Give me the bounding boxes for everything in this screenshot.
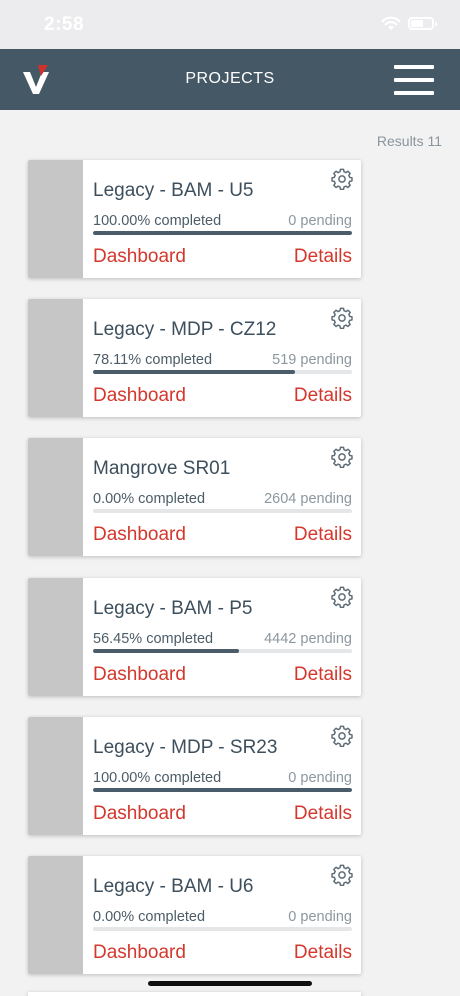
project-card: Mangrove SR01 0.00% completed 2604 pendi… <box>28 438 361 556</box>
progress-bar <box>93 231 352 235</box>
details-link[interactable]: Details <box>294 803 352 825</box>
progress-track <box>93 509 352 513</box>
results-count: Results 11 <box>376 133 442 149</box>
details-link[interactable]: Details <box>294 524 352 546</box>
dashboard-link[interactable]: Dashboard <box>93 942 186 964</box>
progress-bar <box>93 788 352 792</box>
details-link[interactable]: Details <box>294 664 352 686</box>
project-thumbnail <box>28 438 83 556</box>
status-time: 2:58 <box>44 14 85 35</box>
progress-track <box>93 927 352 931</box>
gear-icon[interactable] <box>331 446 353 468</box>
page-title: PROJECTS <box>185 70 275 87</box>
gear-icon[interactable] <box>331 168 353 190</box>
app-header: PROJECTS <box>0 49 460 110</box>
completion-text: 100.00% completed <box>93 770 222 786</box>
dashboard-link[interactable]: Dashboard <box>93 803 186 825</box>
project-thumbnail <box>28 717 83 835</box>
status-bar: 2:58 <box>0 0 460 49</box>
project-thumbnail <box>28 578 83 696</box>
pending-count: 0 pending <box>288 770 352 786</box>
project-thumbnail <box>28 856 83 974</box>
pending-count: 4442 pending <box>264 631 352 647</box>
pending-count: 0 pending <box>288 213 352 229</box>
battery-icon <box>408 17 437 30</box>
project-card: Legacy - BAM - P5 56.45% completed 4442 … <box>28 578 361 696</box>
project-card: Legacy - MDP - CZ12 78.11% completed 519… <box>28 299 361 417</box>
home-indicator <box>148 981 312 986</box>
gear-icon[interactable] <box>331 307 353 329</box>
completion-text: 78.11% completed <box>93 352 213 368</box>
project-name: Legacy - BAM - U6 <box>93 876 254 897</box>
project-thumbnail <box>28 160 83 278</box>
progress-bar <box>93 649 240 653</box>
completion-text: 56.45% completed <box>93 631 214 647</box>
progress-track <box>93 649 352 653</box>
dashboard-link[interactable]: Dashboard <box>93 664 186 686</box>
dashboard-link[interactable]: Dashboard <box>93 385 186 407</box>
details-link[interactable]: Details <box>294 385 352 407</box>
progress-track <box>93 231 352 235</box>
project-name: Legacy - MDP - CZ12 <box>93 319 277 340</box>
project-card-partial <box>28 992 361 996</box>
dashboard-link[interactable]: Dashboard <box>93 246 186 268</box>
completion-text: 0.00% completed <box>93 909 206 925</box>
project-card: Legacy - BAM - U5 100.00% completed 0 pe… <box>28 160 361 278</box>
progress-bar <box>93 370 296 374</box>
project-name: Legacy - BAM - U5 <box>93 180 254 201</box>
pending-count: 519 pending <box>272 352 352 368</box>
project-card: Legacy - MDP - SR23 100.00% completed 0 … <box>28 717 361 835</box>
progress-track <box>93 370 352 374</box>
gear-icon[interactable] <box>331 586 353 608</box>
hamburger-menu-icon[interactable] <box>394 65 436 95</box>
pending-count: 2604 pending <box>264 491 352 507</box>
project-name: Legacy - BAM - P5 <box>93 598 253 619</box>
project-thumbnail <box>28 299 83 417</box>
gear-icon[interactable] <box>331 864 353 886</box>
details-link[interactable]: Details <box>294 942 352 964</box>
progress-track <box>93 788 352 792</box>
project-name: Mangrove SR01 <box>93 458 231 479</box>
pending-count: 0 pending <box>288 909 352 925</box>
gear-icon[interactable] <box>331 725 353 747</box>
completion-text: 100.00% completed <box>93 213 222 229</box>
completion-text: 0.00% completed <box>93 491 206 507</box>
dashboard-link[interactable]: Dashboard <box>93 524 186 546</box>
project-name: Legacy - MDP - SR23 <box>93 737 278 758</box>
project-card: Legacy - BAM - U6 0.00% completed 0 pend… <box>28 856 361 974</box>
details-link[interactable]: Details <box>294 246 352 268</box>
wifi-icon <box>381 16 401 30</box>
